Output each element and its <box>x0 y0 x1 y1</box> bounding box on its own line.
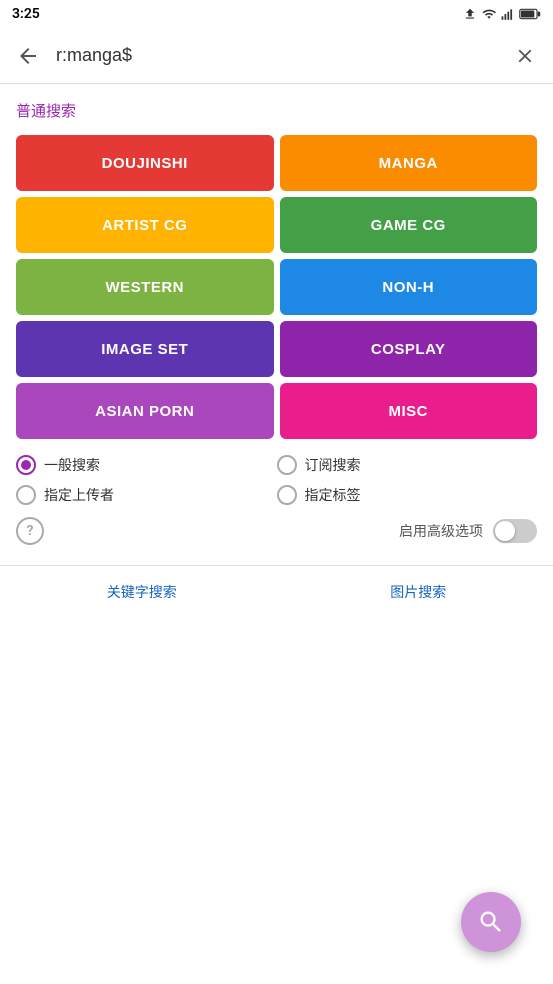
category-grid: DOUJINSHI MANGA ARTIST CG GAME CG WESTER… <box>16 135 537 439</box>
status-time: 3:25 <box>12 6 40 22</box>
advanced-toggle-label: 启用高级选项 <box>399 521 483 541</box>
radio-tags-label: 指定标签 <box>305 485 361 505</box>
search-input-wrapper[interactable] <box>56 45 497 66</box>
category-western[interactable]: WESTERN <box>16 259 274 315</box>
close-icon <box>514 45 536 67</box>
footer-links: 关键字搜索 图片搜索 <box>0 566 553 618</box>
radio-general-search[interactable]: 一般搜索 <box>16 455 277 475</box>
status-bar: 3:25 <box>0 0 553 28</box>
category-image-set[interactable]: IMAGE SET <box>16 321 274 377</box>
advanced-toggle-row: 启用高级选项 <box>399 519 537 543</box>
wifi-icon <box>481 7 497 21</box>
radio-general-circle <box>16 455 36 475</box>
category-artist-cg[interactable]: ARTIST CG <box>16 197 274 253</box>
keyword-search-link[interactable]: 关键字搜索 <box>107 582 177 602</box>
radio-uploader-label: 指定上传者 <box>44 485 114 505</box>
signal-icon <box>501 7 515 21</box>
category-doujinshi[interactable]: DOUJINSHI <box>16 135 274 191</box>
status-icons <box>463 7 541 21</box>
search-panel: 普通搜索 DOUJINSHI MANGA ARTIST CG GAME CG W… <box>0 84 553 566</box>
search-input[interactable] <box>56 45 497 66</box>
radio-general-label: 一般搜索 <box>44 455 100 475</box>
radio-tags-circle <box>277 485 297 505</box>
back-button[interactable] <box>8 36 48 76</box>
radio-specify-uploader[interactable]: 指定上传者 <box>16 485 277 505</box>
category-cosplay[interactable]: COSPLAY <box>280 321 538 377</box>
category-misc[interactable]: MISC <box>280 383 538 439</box>
battery-icon <box>519 8 541 20</box>
bottom-row: ? 启用高级选项 <box>16 517 537 545</box>
search-bar <box>0 28 553 84</box>
radio-subscription-circle <box>277 455 297 475</box>
image-search-link[interactable]: 图片搜索 <box>390 582 446 602</box>
category-game-cg[interactable]: GAME CG <box>280 197 538 253</box>
search-fab-icon <box>477 908 505 936</box>
back-icon <box>16 44 40 68</box>
category-non-h[interactable]: NON-H <box>280 259 538 315</box>
clear-button[interactable] <box>505 36 545 76</box>
search-fab[interactable] <box>461 892 521 952</box>
advanced-toggle-switch[interactable] <box>493 519 537 543</box>
radio-subscription-label: 订阅搜索 <box>305 455 361 475</box>
upload-icon <box>463 7 477 21</box>
radio-subscription-search[interactable]: 订阅搜索 <box>277 455 538 475</box>
help-button[interactable]: ? <box>16 517 44 545</box>
category-manga[interactable]: MANGA <box>280 135 538 191</box>
category-asian-porn[interactable]: ASIAN PORN <box>16 383 274 439</box>
panel-title: 普通搜索 <box>16 100 537 121</box>
radio-specify-tags[interactable]: 指定标签 <box>277 485 538 505</box>
radio-uploader-circle <box>16 485 36 505</box>
radio-options: 一般搜索 订阅搜索 指定上传者 指定标签 <box>16 455 537 505</box>
